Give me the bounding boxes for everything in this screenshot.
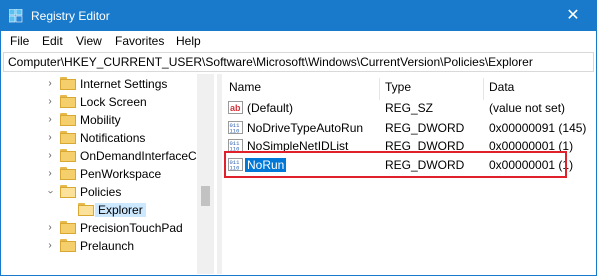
- tree-item-label: Notifications: [80, 131, 146, 145]
- chevron-right-icon[interactable]: ›: [45, 237, 55, 255]
- menu-view[interactable]: View: [76, 34, 102, 48]
- folder-icon: [60, 167, 76, 180]
- pane-splitter[interactable]: [217, 74, 222, 274]
- column-header-name[interactable]: Name: [229, 80, 261, 94]
- value-data: (value not set): [489, 101, 566, 115]
- menu-edit[interactable]: Edit: [42, 34, 63, 48]
- column-header-data[interactable]: Data: [489, 80, 514, 94]
- tree-item-label: PenWorkspace: [80, 167, 162, 181]
- tree-item-label: Prelaunch: [80, 239, 135, 253]
- chevron-right-icon[interactable]: ›: [45, 75, 55, 93]
- value-type: REG_DWORD: [385, 121, 465, 135]
- value-type: REG_SZ: [385, 101, 434, 115]
- registry-editor-window: Registry Editor ✕ File Edit View Favorit…: [0, 0, 597, 276]
- value-name: (Default): [247, 101, 294, 115]
- chevron-right-icon[interactable]: ›: [45, 93, 55, 111]
- registry-editor-icon: [9, 9, 23, 23]
- folder-open-icon: [60, 185, 76, 198]
- window-title: Registry Editor: [31, 9, 110, 23]
- column-divider[interactable]: [379, 78, 380, 100]
- value-data: 0x00000091 (145): [489, 121, 587, 135]
- menu-help[interactable]: Help: [176, 34, 201, 48]
- tree-item-label: Mobility: [80, 113, 121, 127]
- menu-bar: File Edit View Favorites Help: [1, 31, 596, 51]
- folder-icon: [60, 113, 76, 126]
- value-name: NoDriveTypeAutoRun: [247, 121, 364, 135]
- dword-value-icon: 011 110: [228, 121, 243, 135]
- title-bar: Registry Editor ✕: [1, 1, 596, 31]
- key-tree: › Internet Settings › Lock Screen › Mobi…: [3, 74, 216, 274]
- tree-item-label: OnDemandInterfaceCa: [80, 149, 204, 163]
- folder-icon: [60, 149, 76, 162]
- folder-icon: [60, 221, 76, 234]
- column-divider[interactable]: [483, 78, 484, 100]
- folder-icon: [60, 77, 76, 90]
- close-icon: ✕: [566, 7, 580, 24]
- menu-file[interactable]: File: [10, 34, 29, 48]
- folder-icon: [60, 95, 76, 108]
- tree-item-label: Policies: [80, 185, 122, 199]
- menu-favorites[interactable]: Favorites: [115, 34, 164, 48]
- chevron-down-icon[interactable]: ›: [41, 187, 59, 197]
- chevron-right-icon[interactable]: ›: [45, 165, 55, 183]
- folder-open-icon: [78, 203, 94, 216]
- chevron-right-icon[interactable]: ›: [45, 129, 55, 147]
- address-bar[interactable]: Computer\HKEY_CURRENT_USER\Software\Micr…: [3, 52, 594, 72]
- highlight-box: [224, 151, 567, 178]
- chevron-right-icon[interactable]: ›: [45, 219, 55, 237]
- string-value-icon: ab: [228, 101, 243, 114]
- scrollbar-thumb[interactable]: [201, 186, 210, 206]
- folder-icon: [60, 131, 76, 144]
- value-row-nodrivetypeautorun[interactable]: 011 110 NoDriveTypeAutoRun REG_DWORD 0x0…: [223, 119, 596, 137]
- svg-text:ab: ab: [230, 103, 241, 113]
- tree-scrollbar[interactable]: [197, 74, 214, 274]
- folder-icon: [60, 239, 76, 252]
- value-row-default[interactable]: ab (Default) REG_SZ (value not set): [223, 99, 596, 117]
- address-path: Computer\HKEY_CURRENT_USER\Software\Micr…: [8, 55, 533, 69]
- tree-item-label: Explorer: [95, 203, 146, 217]
- svg-text:110: 110: [230, 128, 240, 135]
- column-header-type[interactable]: Type: [385, 80, 411, 94]
- chevron-right-icon[interactable]: ›: [45, 147, 55, 165]
- tree-item-label: Internet Settings: [80, 77, 168, 91]
- tree-item-label: Lock Screen: [80, 95, 147, 109]
- chevron-right-icon[interactable]: ›: [45, 111, 55, 129]
- tree-item-label: PrecisionTouchPad: [80, 221, 183, 235]
- close-button[interactable]: ✕: [550, 1, 596, 31]
